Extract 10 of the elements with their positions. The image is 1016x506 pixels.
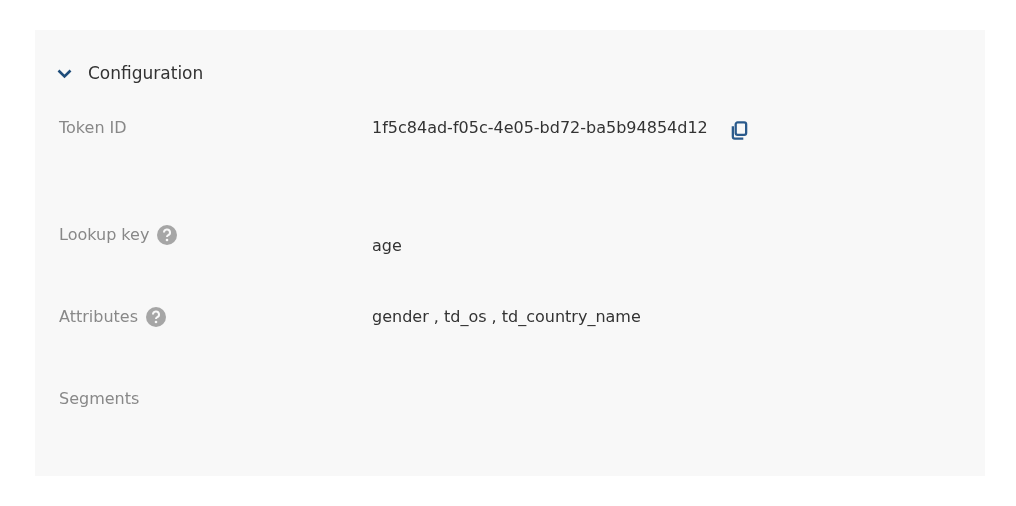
copy-icon[interactable] — [729, 118, 749, 142]
field-value: gender , td_os , td_country_name — [372, 307, 641, 327]
field-label: Token ID — [59, 118, 127, 138]
field-value: 1f5c84ad-f05c-4e05-bd72-ba5b94854d12 — [372, 118, 708, 138]
field-label: Lookup key — [59, 225, 150, 245]
section-title[interactable]: Configuration — [88, 61, 204, 87]
field-value: age — [372, 236, 402, 256]
chevron-down-icon[interactable] — [57, 69, 72, 79]
field-label: Segments — [59, 389, 140, 409]
field-label: Attributes — [59, 307, 138, 327]
